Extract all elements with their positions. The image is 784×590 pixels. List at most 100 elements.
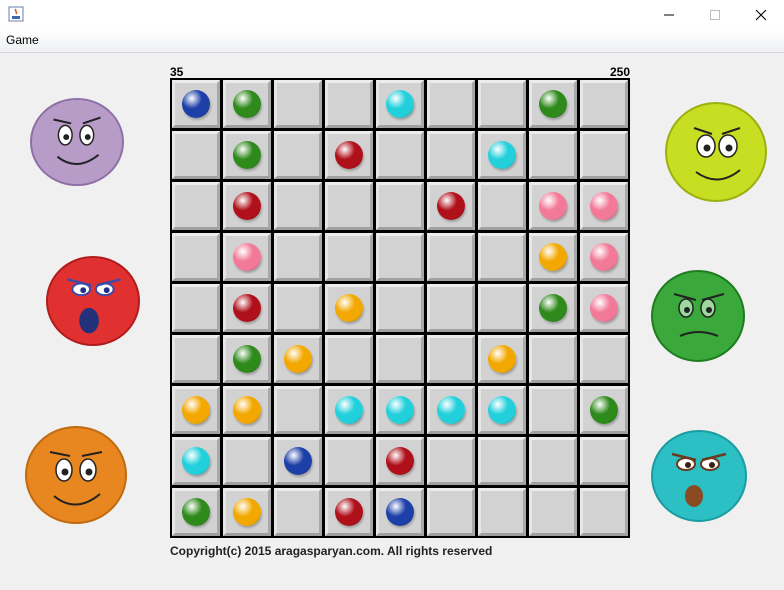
cyan-ball[interactable]: [437, 396, 465, 424]
board-cell[interactable]: [172, 335, 220, 383]
board-cell[interactable]: [223, 284, 271, 332]
board-cell[interactable]: [172, 131, 220, 179]
board-cell[interactable]: [223, 80, 271, 128]
board-cell[interactable]: [529, 437, 577, 485]
board-cell[interactable]: [529, 284, 577, 332]
orange-ball[interactable]: [233, 498, 261, 526]
board-cell[interactable]: [478, 80, 526, 128]
board-cell[interactable]: [325, 488, 373, 536]
board-cell[interactable]: [478, 131, 526, 179]
orange-ball[interactable]: [335, 294, 363, 322]
close-button[interactable]: [738, 0, 784, 30]
pink-ball[interactable]: [590, 243, 618, 271]
board-cell[interactable]: [427, 386, 475, 434]
board-cell[interactable]: [580, 284, 628, 332]
green-ball[interactable]: [233, 345, 261, 373]
board-cell[interactable]: [529, 335, 577, 383]
board-cell[interactable]: [478, 233, 526, 281]
board-cell[interactable]: [376, 131, 424, 179]
board-cell[interactable]: [427, 233, 475, 281]
board-cell[interactable]: [580, 182, 628, 230]
orange-ball[interactable]: [488, 345, 516, 373]
pink-ball[interactable]: [233, 243, 261, 271]
red-ball[interactable]: [437, 192, 465, 220]
board-cell[interactable]: [580, 131, 628, 179]
board-cell[interactable]: [223, 182, 271, 230]
board-cell[interactable]: [325, 386, 373, 434]
board-cell[interactable]: [427, 284, 475, 332]
blue-ball[interactable]: [182, 90, 210, 118]
board-cell[interactable]: [274, 80, 322, 128]
board-cell[interactable]: [376, 437, 424, 485]
board-cell[interactable]: [274, 131, 322, 179]
board-cell[interactable]: [376, 80, 424, 128]
red-ball[interactable]: [335, 498, 363, 526]
orange-ball[interactable]: [539, 243, 567, 271]
cyan-ball[interactable]: [386, 90, 414, 118]
board-cell[interactable]: [376, 233, 424, 281]
board-cell[interactable]: [325, 233, 373, 281]
board-cell[interactable]: [580, 80, 628, 128]
blue-ball[interactable]: [284, 447, 312, 475]
board-cell[interactable]: [376, 386, 424, 434]
cyan-ball[interactable]: [335, 396, 363, 424]
maximize-button[interactable]: [692, 0, 738, 30]
board-cell[interactable]: [325, 437, 373, 485]
board-cell[interactable]: [223, 386, 271, 434]
board-cell[interactable]: [580, 488, 628, 536]
board-cell[interactable]: [223, 233, 271, 281]
board-cell[interactable]: [427, 131, 475, 179]
blue-ball[interactable]: [386, 498, 414, 526]
board-cell[interactable]: [478, 386, 526, 434]
green-ball[interactable]: [182, 498, 210, 526]
board-cell[interactable]: [172, 284, 220, 332]
board-cell[interactable]: [274, 437, 322, 485]
board-cell[interactable]: [172, 182, 220, 230]
board-cell[interactable]: [172, 437, 220, 485]
board-cell[interactable]: [172, 233, 220, 281]
board-cell[interactable]: [427, 488, 475, 536]
board-cell[interactable]: [274, 182, 322, 230]
cyan-ball[interactable]: [182, 447, 210, 475]
board-cell[interactable]: [529, 488, 577, 536]
board-cell[interactable]: [427, 182, 475, 230]
board-cell[interactable]: [172, 488, 220, 536]
green-ball[interactable]: [590, 396, 618, 424]
orange-ball[interactable]: [284, 345, 312, 373]
cyan-ball[interactable]: [386, 396, 414, 424]
board-cell[interactable]: [274, 488, 322, 536]
board-cell[interactable]: [274, 284, 322, 332]
board-cell[interactable]: [580, 233, 628, 281]
minimize-button[interactable]: [646, 0, 692, 30]
cyan-ball[interactable]: [488, 396, 516, 424]
board-cell[interactable]: [427, 335, 475, 383]
menu-game[interactable]: Game: [6, 33, 39, 47]
red-ball[interactable]: [386, 447, 414, 475]
board-cell[interactable]: [478, 335, 526, 383]
board-cell[interactable]: [529, 182, 577, 230]
cyan-ball[interactable]: [488, 141, 516, 169]
board-cell[interactable]: [478, 488, 526, 536]
board-cell[interactable]: [274, 233, 322, 281]
green-ball[interactable]: [539, 90, 567, 118]
pink-ball[interactable]: [590, 192, 618, 220]
board-cell[interactable]: [223, 131, 271, 179]
board-cell[interactable]: [325, 335, 373, 383]
board-cell[interactable]: [427, 437, 475, 485]
board-cell[interactable]: [325, 80, 373, 128]
red-ball[interactable]: [233, 294, 261, 322]
board-cell[interactable]: [223, 437, 271, 485]
red-ball[interactable]: [335, 141, 363, 169]
pink-ball[interactable]: [590, 294, 618, 322]
board-cell[interactable]: [478, 437, 526, 485]
board-cell[interactable]: [376, 182, 424, 230]
board-cell[interactable]: [478, 284, 526, 332]
board-cell[interactable]: [376, 488, 424, 536]
board-cell[interactable]: [172, 386, 220, 434]
board-cell[interactable]: [274, 335, 322, 383]
board-cell[interactable]: [172, 80, 220, 128]
board-cell[interactable]: [376, 284, 424, 332]
board-cell[interactable]: [325, 131, 373, 179]
red-ball[interactable]: [233, 192, 261, 220]
orange-ball[interactable]: [233, 396, 261, 424]
